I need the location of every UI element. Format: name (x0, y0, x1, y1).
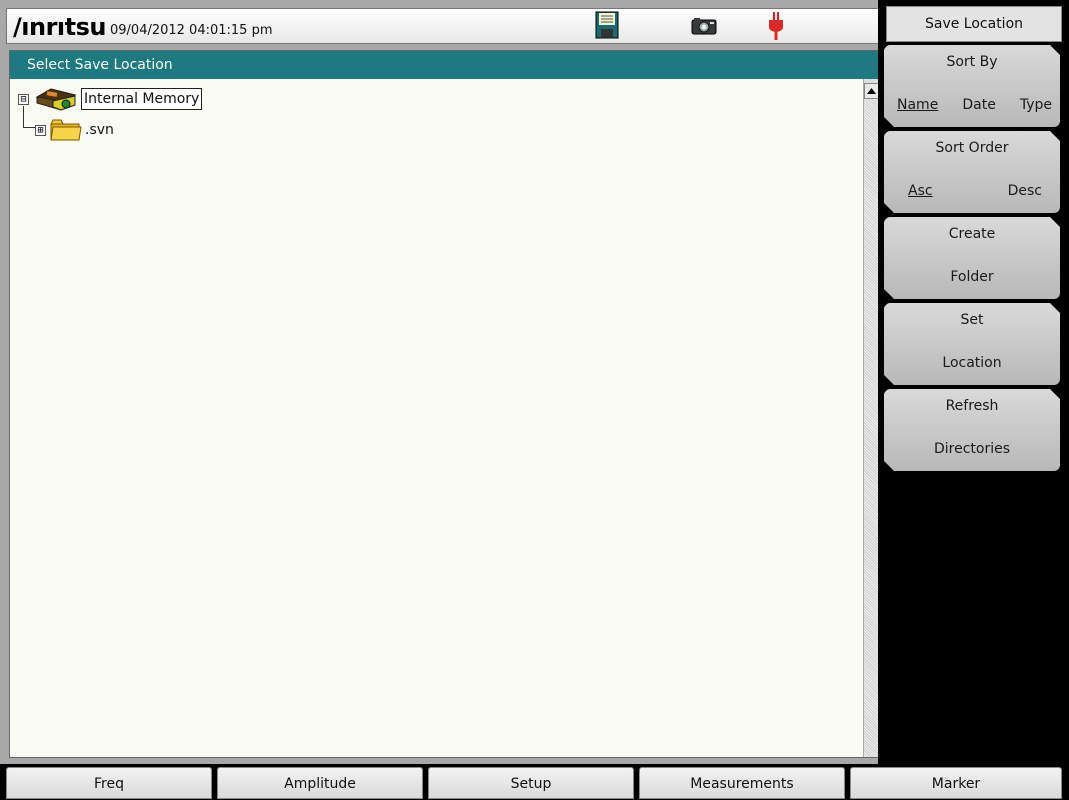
sort-order-desc: Desc (1007, 183, 1042, 199)
triangle-up-icon (867, 88, 876, 94)
create-folder-button[interactable]: Create Folder (884, 217, 1060, 299)
refresh-directories-button[interactable]: Refresh Directories (884, 389, 1060, 471)
tree-item-label[interactable]: Internal Memory (81, 88, 203, 110)
softkey-label: Location (942, 355, 1002, 371)
sort-option-date: Date (962, 97, 996, 113)
softkey-label: Sort Order (935, 140, 1009, 156)
tree-item-svn[interactable]: ⊞ .svn (18, 118, 114, 142)
sort-order-asc: Asc (908, 183, 933, 199)
softkey-menu: Save Location Sort By Name Date Type Sor… (878, 0, 1069, 764)
folder-icon (50, 119, 82, 141)
floppy-disk-icon (595, 11, 619, 39)
tree-item-internal-memory[interactable]: ⊟ Internal Memory (18, 87, 203, 111)
tree-view[interactable]: ⊟ Internal Memory ⊞ .svn (10, 79, 863, 757)
tab-setup[interactable]: Setup (428, 767, 634, 799)
softkey-label: Folder (950, 269, 994, 285)
softkey-label: Create (948, 226, 996, 242)
file-browser: Select Save Location ⊟ Internal Memory ⊞ (9, 50, 880, 758)
status-bar: /ınrıtsu 09/04/2012 04:01:15 pm (6, 8, 881, 44)
sort-option-name: Name (897, 97, 939, 113)
date-time: 09/04/2012 04:01:15 pm (110, 23, 273, 38)
panel-title: Select Save Location (10, 51, 879, 79)
softkey-label: Directories (933, 441, 1011, 457)
expand-icon[interactable]: ⊞ (35, 124, 46, 136)
tab-amplitude[interactable]: Amplitude (217, 767, 423, 799)
menu-title: Save Location (886, 6, 1062, 42)
softkey-label: Refresh (945, 398, 999, 414)
power-plug-icon (769, 12, 783, 40)
tab-measurements[interactable]: Measurements (639, 767, 845, 799)
set-location-button[interactable]: Set Location (884, 303, 1060, 385)
bottom-menu-bar: Freq Amplitude Setup Measurements Marker (0, 764, 1069, 799)
scroll-up-button[interactable] (864, 83, 879, 99)
tree-item-label[interactable]: .svn (85, 122, 114, 138)
tab-marker[interactable]: Marker (850, 767, 1062, 799)
memory-device-icon (35, 88, 77, 111)
sort-option-type: Type (1019, 97, 1052, 113)
sort-order-button[interactable]: Sort Order Asc Desc (884, 131, 1060, 213)
sort-by-button[interactable]: Sort By Name Date Type (884, 45, 1060, 127)
vertical-scrollbar[interactable] (863, 79, 879, 757)
tab-freq[interactable]: Freq (6, 767, 212, 799)
collapse-icon[interactable]: ⊟ (18, 93, 29, 105)
anritsu-logo: /ınrıtsu (13, 13, 106, 41)
camera-icon (691, 18, 717, 35)
softkey-label: Set (960, 312, 984, 328)
main-panel: /ınrıtsu 09/04/2012 04:01:15 pm Select S… (0, 0, 887, 764)
softkey-label: Sort By (946, 54, 998, 70)
